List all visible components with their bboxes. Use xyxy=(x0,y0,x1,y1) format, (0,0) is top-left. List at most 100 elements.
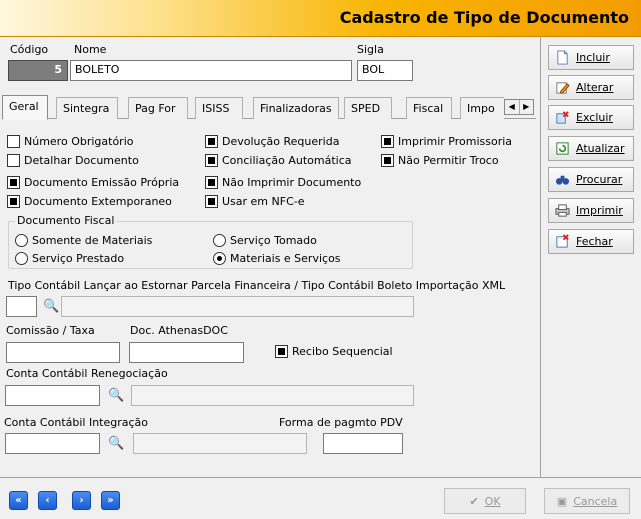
conta-integracao-description-field xyxy=(133,433,307,454)
tab-fiscal[interactable]: Fiscal xyxy=(406,97,452,119)
last-record-icon[interactable]: » xyxy=(101,491,120,510)
conta-renegociacao-label: Conta Contábil Renegociação xyxy=(6,367,168,380)
checkbox-usar-em-nfce[interactable]: Usar em NFC-e xyxy=(205,195,305,208)
checkbox-box[interactable] xyxy=(381,154,394,167)
conta-renegociacao-code-field[interactable] xyxy=(5,385,100,406)
checkbox-box[interactable] xyxy=(381,135,394,148)
checkbox-devolucao-requerida[interactable]: Devolução Requerida xyxy=(205,135,339,148)
checkbox-detalhar-documento[interactable]: Detalhar Documento xyxy=(7,154,139,167)
checkbox-box[interactable] xyxy=(205,154,218,167)
checkbox-box[interactable] xyxy=(7,154,20,167)
documento-fiscal-legend: Documento Fiscal xyxy=(15,214,117,227)
checkbox-box[interactable] xyxy=(205,176,218,189)
radio-label: Somente de Materiais xyxy=(32,234,153,247)
checkbox-imprimir-promissoria[interactable]: Imprimir Promissoria xyxy=(381,135,512,148)
tab-impo[interactable]: Impo xyxy=(460,97,504,119)
checkbox-label: Conciliação Automática xyxy=(222,154,352,167)
radio-servico-tomado[interactable]: Serviço Tomado xyxy=(213,234,317,247)
forma-pagmto-field[interactable] xyxy=(323,433,403,454)
cancela-label: Cancela xyxy=(573,494,618,508)
ok-label: OK xyxy=(484,494,501,508)
edit-pencil-icon xyxy=(556,82,570,94)
tab-strip: Geral Sintegra Pag For ISISS Finalizador… xyxy=(2,95,536,120)
imprimir-button[interactable]: Imprimir xyxy=(548,198,634,223)
conta-integracao-code-field[interactable] xyxy=(5,433,100,454)
checkbox-box[interactable] xyxy=(7,135,20,148)
checkbox-box[interactable] xyxy=(205,195,218,208)
radio-somente-materiais[interactable]: Somente de Materiais xyxy=(15,234,152,247)
radio-servico-prestado[interactable]: Serviço Prestado xyxy=(15,252,124,265)
close-door-icon xyxy=(556,234,569,248)
new-document-icon xyxy=(557,50,568,65)
excluir-label: Excluir xyxy=(576,111,613,124)
incluir-button[interactable]: Incluir xyxy=(548,45,634,70)
tab-geral[interactable]: Geral xyxy=(2,95,48,120)
tab-finalizadoras[interactable]: Finalizadoras xyxy=(253,97,339,119)
atualizar-button[interactable]: Atualizar xyxy=(548,136,634,161)
radio-label: Serviço Prestado xyxy=(32,252,125,265)
checkbox-label: Não Imprimir Documento xyxy=(222,176,362,189)
checkbox-label: Usar em NFC-e xyxy=(222,195,305,208)
window-title: Cadastro de Tipo de Documento xyxy=(339,8,629,27)
checkbox-conciliacao-automatica[interactable]: Conciliação Automática xyxy=(205,154,352,167)
cancel-icon: ▣ xyxy=(556,494,568,508)
nome-field[interactable]: BOLETO xyxy=(70,60,352,81)
tab-sintegra[interactable]: Sintegra xyxy=(56,97,118,119)
sigla-field[interactable]: BOL xyxy=(357,60,413,81)
radio-label: Materiais e Serviços xyxy=(230,252,341,265)
conta-integracao-search-icon[interactable]: 🔍 xyxy=(108,436,124,451)
checkbox-documento-emissao-propria[interactable]: Documento Emissão Própria xyxy=(7,176,179,189)
tab-scroll-left-icon[interactable]: ◀ xyxy=(505,100,520,114)
previous-record-icon[interactable]: ‹ xyxy=(38,491,57,510)
ok-button[interactable]: ✔ OK xyxy=(444,488,526,514)
codigo-field[interactable]: 5 xyxy=(8,60,68,81)
checkbox-label: Imprimir Promissoria xyxy=(398,135,513,148)
imprimir-label: Imprimir xyxy=(576,204,623,217)
checkbox-box[interactable] xyxy=(7,195,20,208)
comissao-field[interactable] xyxy=(6,342,120,363)
incluir-label: Incluir xyxy=(576,51,610,64)
footer-divider xyxy=(0,477,641,478)
radio-button[interactable] xyxy=(213,252,226,265)
procurar-button[interactable]: Procurar xyxy=(548,167,634,192)
checkbox-box[interactable] xyxy=(7,176,20,189)
radio-materiais-e-servicos[interactable]: Materiais e Serviços xyxy=(213,252,341,265)
checkbox-label: Detalhar Documento xyxy=(24,154,139,167)
tipo-contabil-code-field[interactable] xyxy=(6,296,37,317)
checkbox-label: Devolução Requerida xyxy=(222,135,340,148)
cancela-button[interactable]: ▣ Cancela xyxy=(544,488,630,514)
tab-pag-for[interactable]: Pag For xyxy=(128,97,188,119)
tab-isiss[interactable]: ISISS xyxy=(195,97,243,119)
doc-athenas-field[interactable] xyxy=(129,342,244,363)
next-record-icon[interactable]: › xyxy=(72,491,91,510)
codigo-label: Código xyxy=(10,43,49,56)
title-bar: Cadastro de Tipo de Documento xyxy=(0,0,641,37)
radio-label: Serviço Tomado xyxy=(230,234,317,247)
tab-scroll-right-icon[interactable]: ▶ xyxy=(520,100,534,114)
tab-sped[interactable]: SPED xyxy=(344,97,392,119)
radio-button[interactable] xyxy=(15,252,28,265)
checkbox-label: Recibo Sequencial xyxy=(292,345,393,358)
panel-divider xyxy=(540,37,541,477)
tipo-contabil-description-field xyxy=(61,296,414,317)
checkbox-label: Documento Extemporaneo xyxy=(24,195,172,208)
checkbox-nao-imprimir-documento[interactable]: Não Imprimir Documento xyxy=(205,176,361,189)
tipo-contabil-search-icon[interactable]: 🔍 xyxy=(43,299,59,314)
checkbox-box[interactable] xyxy=(275,345,288,358)
fechar-label: Fechar xyxy=(576,235,613,248)
tipo-contabil-label: Tipo Contábil Lançar ao Estornar Parcela… xyxy=(8,279,506,292)
excluir-button[interactable]: Excluir xyxy=(548,105,634,130)
radio-button[interactable] xyxy=(15,234,28,247)
checkbox-numero-obrigatorio[interactable]: Número Obrigatório xyxy=(7,135,133,148)
checkbox-documento-extemporaneo[interactable]: Documento Extemporaneo xyxy=(7,195,172,208)
checkbox-nao-permitir-troco[interactable]: Não Permitir Troco xyxy=(381,154,499,167)
procurar-label: Procurar xyxy=(576,173,623,186)
fechar-button[interactable]: Fechar xyxy=(548,229,634,254)
checkbox-recibo-sequencial[interactable]: Recibo Sequencial xyxy=(275,345,393,358)
first-record-icon[interactable]: « xyxy=(9,491,28,510)
tab-scroll-buttons[interactable]: ◀ ▶ xyxy=(504,99,534,115)
checkbox-box[interactable] xyxy=(205,135,218,148)
alterar-button[interactable]: Alterar xyxy=(548,75,634,100)
conta-renegociacao-search-icon[interactable]: 🔍 xyxy=(108,388,124,403)
radio-button[interactable] xyxy=(213,234,226,247)
